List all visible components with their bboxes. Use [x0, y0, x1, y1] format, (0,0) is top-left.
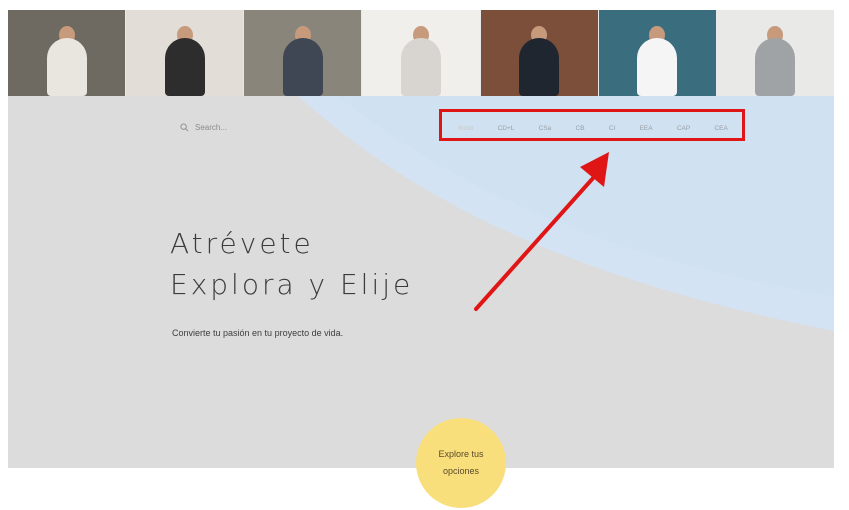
headline-line-2: Explora y Elije — [170, 268, 414, 301]
headline-line-1: Atrévete — [170, 227, 314, 260]
cta-line-2: opciones — [442, 466, 480, 476]
hero-subtitle: Convierte tu pasión en tu proyecto de vi… — [172, 328, 344, 338]
explore-options-button[interactable]: Explore tus opciones — [416, 418, 506, 508]
hero-headline: Atrévete Explora y Elije — [170, 227, 413, 307]
red-arrow-annotation — [474, 152, 609, 311]
cta-line-1: Explore tus — [438, 449, 484, 459]
